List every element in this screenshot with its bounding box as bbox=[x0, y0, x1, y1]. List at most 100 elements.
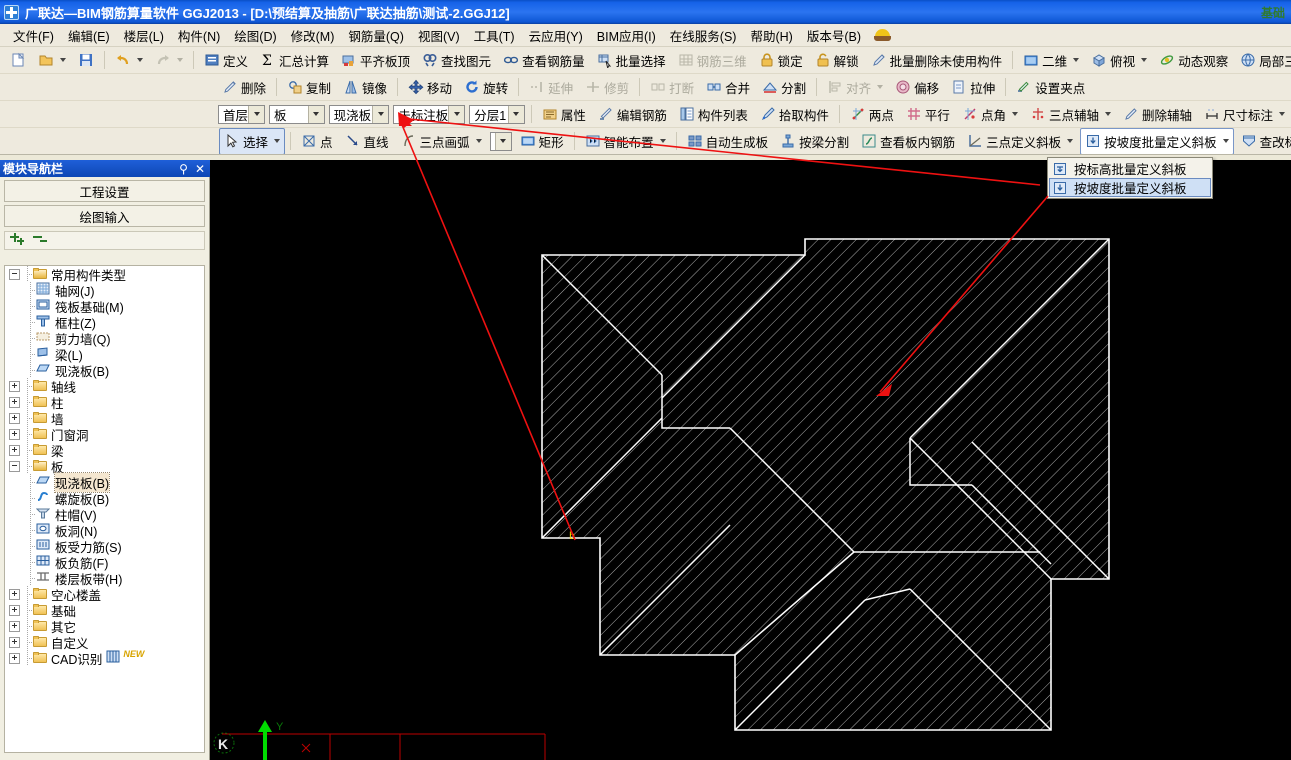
tree-node-cad-recognition[interactable]: CAD识别 NEW bbox=[5, 649, 204, 667]
chevron-down-icon[interactable] bbox=[248, 105, 265, 123]
batch-slope-slab-button[interactable]: 按坡度批量定义斜板 bbox=[1080, 128, 1234, 154]
tree-node-raft-foundation[interactable]: 筏板基础(M) bbox=[5, 298, 204, 315]
copy-button[interactable]: 复制 bbox=[282, 74, 336, 100]
menu-help[interactable]: 帮助(H) bbox=[743, 24, 799, 47]
expand-toggle[interactable] bbox=[9, 444, 20, 456]
view-slab-rebar-button[interactable]: 查看板内钢筋 bbox=[856, 128, 960, 154]
menu-file[interactable]: 文件(F) bbox=[6, 24, 61, 47]
chevron-down-icon[interactable] bbox=[448, 105, 465, 123]
local-3d-button[interactable]: 局部三维 bbox=[1235, 47, 1291, 73]
dimension-button[interactable]: 尺寸标注 bbox=[1199, 101, 1290, 127]
tree-node-custom[interactable]: 自定义 bbox=[5, 634, 204, 651]
expand-toggle[interactable] bbox=[9, 636, 20, 648]
component-list-button[interactable]: 构件列表 bbox=[674, 101, 753, 127]
lock-button[interactable]: 锁定 bbox=[754, 47, 808, 73]
mirror-button[interactable]: 镜像 bbox=[338, 74, 392, 100]
chevron-down-icon[interactable] bbox=[494, 132, 511, 150]
menu-item-batch-elevation-slab[interactable]: 按标高批量定义斜板 bbox=[1049, 159, 1211, 178]
two-d-button[interactable]: 二维 bbox=[1018, 47, 1084, 73]
menu-cloud[interactable]: 云应用(Y) bbox=[522, 24, 590, 47]
top-view-button[interactable]: 俯视 bbox=[1086, 47, 1152, 73]
batch-delete-unused-button[interactable]: 批量删除未使用构件 bbox=[866, 47, 1008, 73]
view-rebar-qty-button[interactable]: 查看钢筋量 bbox=[498, 47, 590, 73]
chevron-down-icon[interactable] bbox=[1073, 58, 1080, 62]
expand-toggle[interactable] bbox=[9, 652, 20, 664]
expand-toggle[interactable] bbox=[9, 428, 20, 440]
three-point-slope-slab-button[interactable]: 三点定义斜板 bbox=[962, 128, 1078, 154]
tree-node-foundation[interactable]: 基础 bbox=[5, 602, 204, 619]
close-icon[interactable]: ✕ bbox=[195, 163, 205, 175]
tree-node-others[interactable]: 其它 bbox=[5, 618, 204, 635]
split-by-beam-button[interactable]: 按梁分割 bbox=[775, 128, 854, 154]
chevron-down-icon[interactable] bbox=[475, 139, 482, 143]
component-tree[interactable]: 常用构件类型 轴网(J) 筏板基础(M) 框柱(Z) 剪力墙(Q) 梁(L) 现… bbox=[4, 265, 205, 753]
chevron-down-icon[interactable] bbox=[1279, 112, 1285, 116]
tree-node-door-window[interactable]: 门窗洞 bbox=[5, 426, 204, 443]
menu-edit[interactable]: 编辑(E) bbox=[61, 24, 117, 47]
menu-view[interactable]: 视图(V) bbox=[411, 24, 467, 47]
dynamic-observe-button[interactable]: 动态观察 bbox=[1154, 47, 1233, 73]
menu-floor[interactable]: 楼层(L) bbox=[117, 24, 171, 47]
batch-slope-slab-menu[interactable]: 按标高批量定义斜板 按坡度批量定义斜板 bbox=[1047, 157, 1213, 199]
collapse-all-icon[interactable] bbox=[33, 234, 49, 247]
chevron-down-icon[interactable] bbox=[1222, 139, 1229, 143]
rotate-button[interactable]: 旋转 bbox=[459, 74, 513, 100]
split-button[interactable]: 分割 bbox=[757, 74, 811, 100]
chevron-down-icon[interactable] bbox=[1067, 139, 1074, 143]
line-tool-button[interactable]: 直线 bbox=[340, 128, 394, 154]
tree-node-beams[interactable]: 梁 bbox=[5, 442, 204, 459]
chevron-down-icon[interactable] bbox=[1104, 112, 1111, 116]
chevron-down-icon[interactable] bbox=[659, 139, 666, 143]
component-select[interactable]: 现浇板 bbox=[328, 104, 390, 124]
mark-select[interactable]: 未标注板 bbox=[393, 104, 466, 124]
two-point-axis-button[interactable]: 两点 bbox=[845, 101, 899, 127]
parallel-axis-button[interactable]: 平行 bbox=[901, 101, 955, 127]
undo-button[interactable] bbox=[110, 47, 148, 73]
chevron-down-icon[interactable] bbox=[372, 105, 389, 123]
summary-calc-button[interactable]: Σ 汇总计算 bbox=[255, 47, 334, 73]
menu-component[interactable]: 构件(N) bbox=[171, 24, 227, 47]
pin-icon[interactable]: ⚲ bbox=[179, 163, 188, 175]
menu-bim[interactable]: BIM应用(I) bbox=[590, 24, 663, 47]
stretch-button[interactable]: 拉伸 bbox=[946, 74, 1000, 100]
save-button[interactable] bbox=[73, 47, 99, 73]
tree-node-shear-wall[interactable]: 剪力墙(Q) bbox=[5, 330, 204, 347]
chevron-down-icon[interactable] bbox=[307, 105, 324, 123]
drawing-canvas[interactable]: Y K b bbox=[210, 160, 1291, 760]
menu-online-service[interactable]: 在线服务(S) bbox=[663, 24, 744, 47]
menu-draw[interactable]: 绘图(D) bbox=[227, 24, 283, 47]
set-grip-button[interactable]: 设置夹点 bbox=[1011, 74, 1090, 100]
chevron-down-icon[interactable] bbox=[1011, 112, 1018, 116]
select-tool-button[interactable]: 选择 bbox=[219, 128, 286, 154]
delete-button[interactable]: 删除 bbox=[217, 74, 271, 100]
tree-node-floor-slab-band[interactable]: 楼层板带(H) bbox=[5, 570, 204, 587]
rectangle-tool-button[interactable]: 矩形 bbox=[515, 128, 569, 154]
three-point-arc-button[interactable]: 三点画弧 bbox=[396, 128, 487, 154]
check-elevation-button[interactable]: 查改标高 bbox=[1236, 128, 1291, 154]
menu-item-batch-slope-slab[interactable]: 按坡度批量定义斜板 bbox=[1049, 178, 1211, 197]
layer-select[interactable]: 分层1 bbox=[469, 104, 525, 124]
open-file-button[interactable] bbox=[33, 47, 71, 73]
project-settings-button[interactable]: 工程设置 bbox=[4, 180, 205, 202]
auto-generate-slab-button[interactable]: 自动生成板 bbox=[682, 128, 774, 154]
expand-all-icon[interactable] bbox=[10, 232, 26, 247]
component-type-select[interactable]: 板 bbox=[269, 104, 325, 124]
delete-aux-axis-button[interactable]: 删除辅轴 bbox=[1118, 101, 1197, 127]
expand-toggle[interactable] bbox=[9, 396, 20, 408]
tree-node-axis-lines[interactable]: 轴线 bbox=[5, 378, 204, 395]
chevron-down-icon[interactable] bbox=[60, 58, 66, 62]
define-button[interactable]: 定义 bbox=[199, 47, 253, 73]
expand-toggle[interactable] bbox=[9, 588, 20, 600]
find-element-button[interactable]: 查找图元 bbox=[417, 47, 496, 73]
merge-button[interactable]: 合并 bbox=[701, 74, 755, 100]
point-tool-button[interactable]: 点 bbox=[296, 128, 338, 154]
menu-version[interactable]: 版本号(B) bbox=[800, 24, 868, 47]
tree-node-walls[interactable]: 墙 bbox=[5, 410, 204, 427]
menu-modify[interactable]: 修改(M) bbox=[284, 24, 342, 47]
point-angle-button[interactable]: 点角 bbox=[957, 101, 1023, 127]
offset-button[interactable]: 偏移 bbox=[890, 74, 944, 100]
draw-style-select[interactable] bbox=[489, 131, 512, 151]
pick-component-button[interactable]: 拾取构件 bbox=[755, 101, 834, 127]
menu-tools[interactable]: 工具(T) bbox=[467, 24, 522, 47]
expand-toggle[interactable] bbox=[9, 380, 20, 392]
